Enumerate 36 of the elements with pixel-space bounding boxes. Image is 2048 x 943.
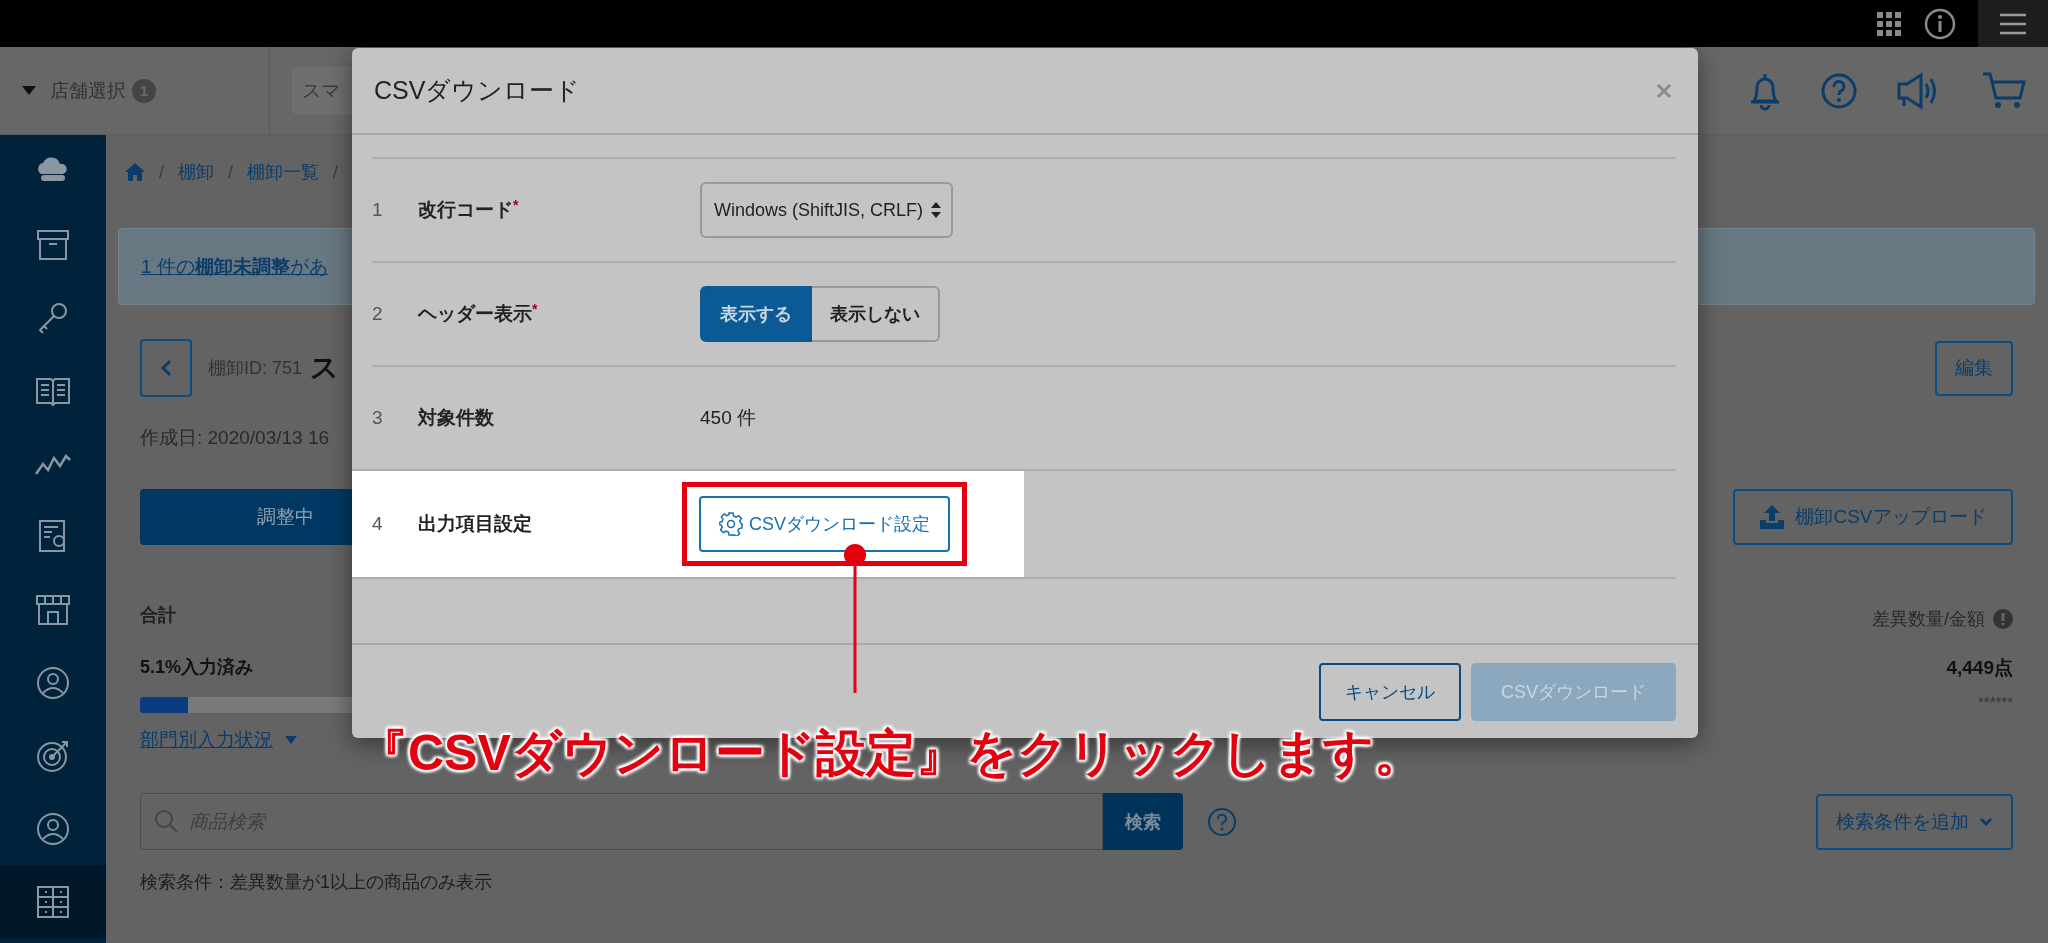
required-mark: * (532, 301, 538, 317)
breadcrumb-separator: / (228, 161, 234, 183)
record-count: 450 件 (700, 406, 756, 430)
required-mark: * (513, 197, 519, 213)
difference-label: 差異数量/金額 (1872, 608, 1985, 631)
annotation-text: 『CSVダウンロード設定』をクリックします。 (358, 728, 1424, 778)
search-button[interactable]: 検索 (1103, 793, 1183, 850)
row-number: 3 (372, 407, 384, 429)
cancel-button[interactable]: キャンセル (1319, 662, 1461, 721)
row-number: 2 (372, 303, 384, 325)
toggle-option[interactable]: 表示しない (812, 286, 940, 342)
dialog-title: CSVダウンロード (374, 75, 581, 106)
edit-button[interactable]: 編集 (1935, 340, 2013, 396)
add-condition-button[interactable]: 検索条件を追加 (1816, 793, 2013, 850)
field-label: 改行コード (418, 198, 513, 222)
upload-button[interactable]: 棚卸CSVアップロード (1733, 489, 2013, 545)
line-ending-select[interactable]: Windows (ShiftJIS, CRLF) (700, 182, 954, 238)
breadcrumb-separator: / (159, 161, 164, 183)
field-label: 対象件数 (418, 406, 494, 430)
inventory-name: ス (310, 351, 340, 385)
breadcrumb-link[interactable]: 棚卸 (178, 160, 214, 184)
breakdown-link[interactable]: 部門別入力状況 (140, 727, 273, 753)
row-number: 1 (372, 199, 384, 221)
breadcrumb-separator: / (333, 161, 339, 183)
field-label: ヘッダー表示 (418, 302, 532, 326)
difference-amount: ****** (1977, 693, 2013, 710)
total-label: 合計 (140, 604, 177, 627)
breadcrumb-link[interactable]: 棚卸一覧 (247, 160, 320, 184)
alert-link[interactable]: 1 件の棚卸未調整があ (141, 253, 328, 280)
condition-text: 検索条件：差異数量が1以上の商品のみ表示 (140, 871, 493, 894)
difference-value: 4,449点 (1946, 656, 2013, 680)
progress-text: 5.1%入力済み (140, 656, 255, 679)
created-date: 作成日: 2020/03/13 16 (140, 426, 331, 450)
row-number: 4 (372, 513, 384, 535)
toggle-option[interactable]: 表示する (700, 286, 812, 342)
csv-settings-button[interactable]: CSVダウンロード設定 (699, 496, 950, 552)
